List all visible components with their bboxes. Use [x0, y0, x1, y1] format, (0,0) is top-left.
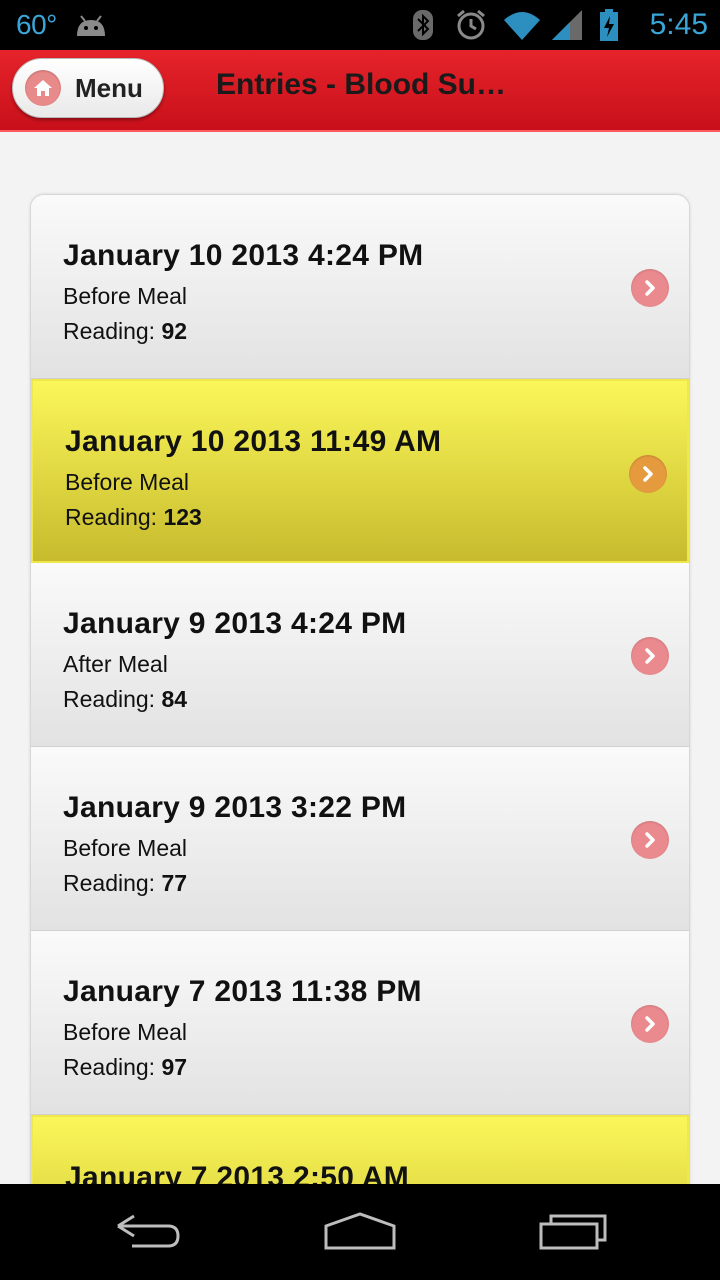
navigation-bar [0, 1184, 720, 1280]
entry-date: January 9 2013 4:24 PM [63, 607, 407, 640]
battery-icon [598, 8, 632, 42]
chevron-right-icon[interactable] [631, 269, 669, 307]
reading-label: Reading: [65, 504, 158, 530]
chevron-right-icon[interactable] [631, 637, 669, 675]
status-clock: 5:45 [649, 8, 708, 41]
home-icon [25, 70, 61, 106]
wifi-icon [502, 8, 540, 42]
status-bar: 60° 5:45 [0, 0, 720, 50]
entry-reading: Reading: 97 [63, 1054, 689, 1081]
menu-button[interactable]: Menu [12, 58, 164, 118]
entry-meal-type: Before Meal [63, 283, 188, 309]
signal-icon [550, 8, 584, 42]
entry-row[interactable]: January 7 2013 11:38 PM Before Meal Readin… [31, 931, 689, 1115]
entry-date: January 10 2013 11:49 AM [65, 425, 442, 458]
app-header: Menu Entries - Blood Su… [0, 50, 720, 132]
entry-row[interactable]: January 7 2013 2:50 AM [31, 1115, 689, 1184]
entry-reading: Reading: 84 [63, 686, 689, 713]
entry-meal-type: Before Meal [65, 469, 190, 495]
entry-date: January 7 2013 2:50 AM [65, 1161, 410, 1184]
entry-meal-type: Before Meal [63, 835, 188, 861]
android-icon [73, 10, 109, 40]
entries-list: January 10 2013 4:24 PM Before Meal Readin… [30, 194, 690, 1184]
entry-meal-type: After Meal [63, 651, 168, 677]
reading-label: Reading: [63, 686, 156, 712]
entry-date: January 10 2013 4:24 PM [63, 239, 424, 272]
entry-reading: Reading: 123 [65, 504, 687, 531]
back-icon[interactable] [107, 1207, 187, 1257]
reading-value: 77 [161, 870, 188, 896]
reading-value: 123 [163, 504, 202, 530]
entry-row[interactable]: January 9 2013 4:24 PM After Meal Reading:… [31, 563, 689, 747]
entry-meal-type: Before Meal [63, 1019, 188, 1045]
main-content: January 10 2013 4:24 PM Before Meal Readin… [0, 132, 720, 1184]
entry-row[interactable]: January 10 2013 4:24 PM Before Meal Readin… [31, 195, 689, 379]
reading-label: Reading: [63, 1054, 156, 1080]
reading-value: 97 [161, 1054, 188, 1080]
bluetooth-icon [406, 8, 440, 42]
home-nav-icon[interactable] [320, 1207, 400, 1257]
alarm-icon [454, 8, 488, 42]
recent-apps-icon[interactable] [533, 1207, 613, 1257]
chevron-right-icon[interactable] [631, 821, 669, 859]
chevron-right-icon[interactable] [631, 1005, 669, 1043]
menu-label: Menu [75, 72, 143, 103]
reading-value: 92 [161, 318, 188, 344]
entry-reading: Reading: 77 [63, 870, 689, 897]
temperature-label: 60° [16, 9, 57, 40]
entry-reading: Reading: 92 [63, 318, 689, 345]
reading-value: 84 [161, 686, 188, 712]
entry-row[interactable]: January 9 2013 3:22 PM Before Meal Reading… [31, 747, 689, 931]
entry-date: January 7 2013 11:38 PM [63, 975, 422, 1008]
entry-date: January 9 2013 3:22 PM [63, 791, 407, 824]
page-title: Entries - Blood Su… [216, 68, 506, 101]
chevron-right-icon[interactable] [629, 455, 667, 493]
entry-row[interactable]: January 10 2013 11:49 AM Before Meal Readi… [31, 379, 689, 563]
reading-label: Reading: [63, 318, 156, 344]
reading-label: Reading: [63, 870, 156, 896]
